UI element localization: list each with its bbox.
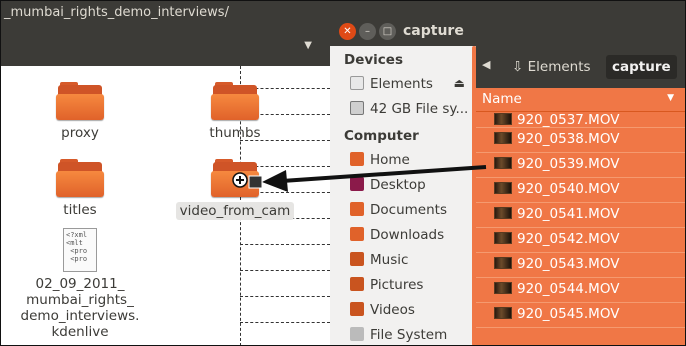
screenshot-border — [0, 0, 686, 346]
